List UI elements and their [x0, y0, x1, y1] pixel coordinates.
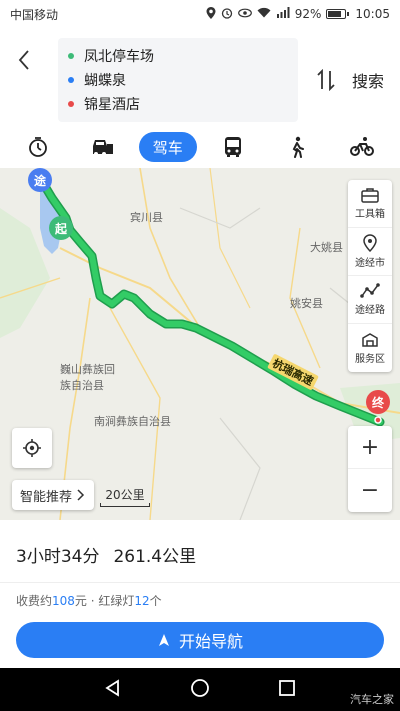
status-icons: 92% 10:05: [206, 6, 390, 22]
locate-button[interactable]: [12, 428, 52, 468]
service-area-icon: [362, 332, 378, 347]
service-area-button[interactable]: 服务区: [348, 324, 392, 372]
stop-start-label: 凤北停车场: [84, 49, 154, 65]
map-label-binchuan: 宾川县: [130, 211, 163, 224]
zoom-out-button[interactable]: −: [348, 469, 392, 512]
via-city-button[interactable]: 途经市: [348, 228, 392, 276]
tab-bus[interactable]: [205, 132, 261, 162]
tab-taxi[interactable]: [74, 132, 130, 162]
stop-end-label: 锦星酒店: [84, 97, 140, 113]
locate-icon: [23, 439, 41, 457]
tab-walk[interactable]: [269, 132, 325, 162]
start-navigation-label: 开始导航: [178, 632, 243, 651]
carrier-name: 中国移动: [10, 7, 59, 22]
swap-route-button[interactable]: [312, 66, 340, 94]
end-marker-text: 终: [371, 395, 384, 410]
route-map[interactable]: 宾川县 大姚县 姚安县 巍山彝族回 族自治县 南涧彝族自治县 杭瑞高速 途 起 …: [0, 168, 400, 520]
smart-recommend-label: 智能推荐: [20, 489, 73, 505]
start-navigation-button[interactable]: 开始导航: [16, 622, 384, 658]
swap-icon: [317, 69, 335, 91]
home-nav-button[interactable]: [190, 678, 210, 702]
lights-unit: 个: [149, 594, 162, 608]
location-pin-icon: [363, 234, 377, 252]
bus-icon: [225, 137, 242, 157]
tab-bike[interactable]: [334, 132, 390, 162]
map-scale-bar: [100, 503, 150, 507]
start-marker-text: 起: [54, 221, 67, 236]
map-label-nanjian: 南涧彝族自治县: [94, 415, 171, 428]
clock-time: 10:05: [355, 7, 390, 21]
search-button[interactable]: 搜索: [352, 68, 384, 92]
start-marker[interactable]: 起: [49, 216, 73, 240]
signal-status-icon: [276, 7, 290, 21]
chevron-left-icon: [18, 50, 29, 70]
toolbox-icon: [361, 188, 379, 203]
route-summary-panel: 3小时34分 261.4公里 收费约108元 · 红绿灯12个 开始导航: [0, 520, 400, 668]
end-marker[interactable]: 终: [366, 390, 390, 414]
via-marker-text: 途: [33, 173, 46, 188]
navigation-arrow-icon: [158, 634, 169, 646]
zoom-in-button[interactable]: +: [348, 426, 392, 469]
start-dot-icon: [68, 53, 74, 59]
via-road-button[interactable]: 途经路: [348, 276, 392, 324]
watermark: 汽车之家: [350, 693, 394, 706]
back-button[interactable]: [8, 40, 40, 80]
stop-start[interactable]: 凤北停车场: [68, 44, 288, 68]
service-area-label: 服务区: [355, 353, 385, 365]
recents-nav-button[interactable]: [277, 678, 297, 702]
lights-value: 12: [134, 594, 150, 608]
alarm-status-icon: [221, 7, 233, 22]
system-nav-bar: 汽车之家: [0, 668, 400, 711]
via-marker[interactable]: 途: [28, 168, 52, 192]
route-distance: 261.4公里: [113, 547, 197, 567]
summary-divider: [0, 582, 400, 583]
eye-status-icon: [237, 7, 252, 21]
fee-value: 108: [52, 594, 75, 608]
fee-info: 收费约108元 · 红绿灯12个: [16, 592, 162, 609]
location-status-icon: [206, 6, 216, 22]
tab-drive-label: 驾车: [152, 138, 183, 157]
walk-icon: [293, 136, 305, 158]
map-label-yaoan: 姚安县: [290, 297, 323, 310]
map-scale-label: 20公里: [105, 488, 145, 502]
map-tool-panel: 工具箱 途经市 途经路 服务区: [348, 180, 392, 372]
status-bar: 中国移动 92% 10:05: [0, 0, 400, 28]
route-stops[interactable]: 凤北停车场 蝴蝶泉 锦星酒店: [58, 38, 298, 122]
taxi-icon: [93, 140, 114, 156]
map-label-weishan: 巍山彝族回 族自治县: [60, 363, 115, 392]
route-duration: 3小时34分: [16, 547, 100, 567]
toolbox-label: 工具箱: [355, 209, 385, 220]
tab-drive[interactable]: 驾车: [138, 132, 197, 162]
triangle-back-icon: [105, 678, 120, 697]
smart-recommend-button[interactable]: 智能推荐: [12, 480, 95, 510]
stop-end[interactable]: 锦星酒店: [68, 92, 288, 116]
bike-icon: [349, 137, 374, 156]
end-dot-icon: [68, 101, 74, 107]
via-road-label: 途经路: [355, 305, 385, 316]
via-dot-icon: [68, 77, 74, 83]
route-header: 凤北停车场 蝴蝶泉 锦星酒店 搜索: [0, 28, 400, 126]
battery-icon: [326, 9, 350, 19]
chevron-right-icon: [77, 489, 85, 501]
travel-mode-tabs: 驾车: [0, 126, 400, 168]
map-label-dayao: 大姚县: [310, 241, 343, 254]
square-recents-icon: [278, 679, 295, 696]
timer-icon: [29, 137, 48, 157]
fee-unit: 元 · 红绿灯: [74, 594, 135, 608]
route-icon: [360, 283, 380, 298]
tab-timer[interactable]: [10, 132, 66, 162]
circle-home-icon: [191, 678, 209, 697]
route-summary[interactable]: 3小时34分 261.4公里: [16, 542, 196, 567]
via-city-label: 途经市: [355, 258, 385, 269]
toolbox-button[interactable]: 工具箱: [348, 180, 392, 228]
battery-percent: 92%: [294, 7, 322, 21]
fee-prefix: 收费约: [16, 594, 53, 608]
wifi-status-icon: [257, 7, 271, 21]
back-nav-button[interactable]: [103, 678, 123, 702]
stop-via-label: 蝴蝶泉: [84, 73, 126, 89]
zoom-controls: + −: [348, 426, 392, 512]
stop-via[interactable]: 蝴蝶泉: [68, 68, 288, 92]
